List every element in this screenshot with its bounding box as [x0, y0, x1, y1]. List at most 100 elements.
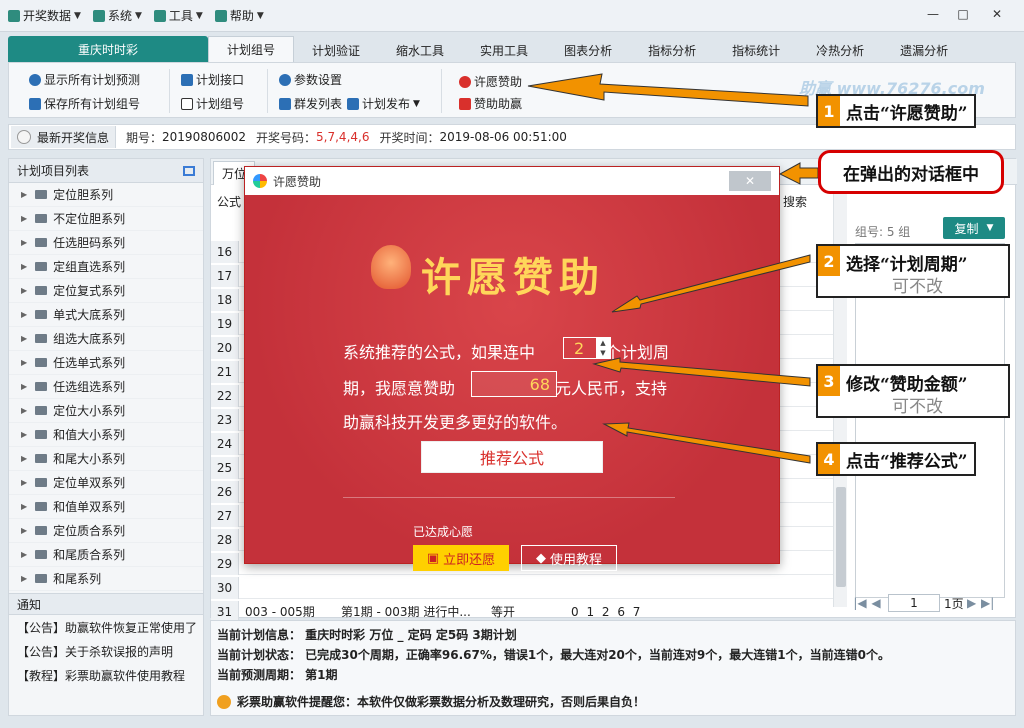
- sidebar-item[interactable]: ▶ 定位质合系列: [9, 519, 203, 543]
- sidebar-item[interactable]: ▶ 任选胆码系列: [9, 231, 203, 255]
- sponsor-text-line1: 系统推荐的公式，如果连中 个计划周: [343, 339, 669, 363]
- help-icon: [214, 9, 227, 22]
- plan-publish-label: 计划发布: [362, 97, 411, 111]
- tutorial-button[interactable]: ◆ 使用教程: [521, 545, 617, 571]
- tab-util-tool[interactable]: 实用工具: [462, 38, 546, 62]
- numbers-label: 开奖号码：: [256, 130, 317, 145]
- folder-icon: [35, 238, 48, 247]
- window-icon[interactable]: [183, 165, 195, 176]
- spin-down-icon[interactable]: ▼: [600, 349, 605, 357]
- notice-item[interactable]: 【教程】彩票助赢软件使用教程: [9, 663, 203, 687]
- expand-icon[interactable]: ▶: [21, 262, 27, 271]
- row-number: 19: [211, 312, 239, 335]
- spinner-arrows[interactable]: ▲ ▼: [596, 338, 610, 358]
- sidebar-item[interactable]: ▶ 不定位胆系列: [9, 207, 203, 231]
- plan-api-button[interactable]: 计划接口: [181, 71, 244, 88]
- caret-down-icon: ▼: [134, 10, 142, 21]
- dialog-close-button[interactable]: ✕: [729, 171, 771, 191]
- plan-publish-button[interactable]: 计划发布 ▼: [347, 95, 420, 112]
- line1-a: 系统推荐的公式，如果连中: [343, 343, 536, 362]
- tab-hot-cold[interactable]: 冷热分析: [798, 38, 882, 62]
- page-input[interactable]: 1: [888, 594, 940, 612]
- expand-icon[interactable]: ▶: [21, 430, 27, 439]
- mass-list-button[interactable]: 群发列表: [279, 95, 342, 112]
- time-label: 开奖时间：: [379, 130, 440, 145]
- plan-group-button[interactable]: 计划组号: [181, 95, 244, 112]
- scroll-thumb[interactable]: [836, 487, 846, 587]
- close-window-icon[interactable]: ✕: [984, 4, 1010, 24]
- expand-icon[interactable]: ▶: [21, 526, 27, 535]
- expand-icon[interactable]: ▶: [21, 190, 27, 199]
- show-all-button[interactable]: 显示所有计划预测: [29, 71, 140, 88]
- sidebar-item[interactable]: ▶ 定位单双系列: [9, 471, 203, 495]
- expand-icon[interactable]: ▶: [21, 406, 27, 415]
- expand-icon[interactable]: ▶: [21, 358, 27, 367]
- copy-label: 复制: [954, 221, 979, 236]
- sidebar-item[interactable]: ▶ 组选大底系列: [9, 327, 203, 351]
- maximize-icon[interactable]: □: [950, 4, 976, 24]
- sidebar-item[interactable]: ▶ 单式大底系列: [9, 303, 203, 327]
- expand-icon[interactable]: ▶: [21, 238, 27, 247]
- sidebar-item[interactable]: ▶ 任选单式系列: [9, 351, 203, 375]
- sidebar-item[interactable]: ▶ 任选组选系列: [9, 375, 203, 399]
- wish-sponsor-button[interactable]: 许愿赞助: [459, 73, 522, 90]
- sidebar-item[interactable]: ▶ 和值单双系列: [9, 495, 203, 519]
- menu-help[interactable]: 帮助 ▼: [214, 7, 264, 24]
- params-button[interactable]: 参数设置: [279, 71, 342, 88]
- last-page-icon[interactable]: ▶|: [980, 595, 996, 611]
- sidebar-item[interactable]: ▶ 定组直选系列: [9, 255, 203, 279]
- tab-plan-verify[interactable]: 计划验证: [294, 38, 378, 62]
- amount-input[interactable]: 68: [471, 371, 557, 397]
- expand-icon[interactable]: ▶: [21, 310, 27, 319]
- sidebar-title: 计划项目列表: [17, 164, 90, 178]
- copy-button[interactable]: 复制 ▼: [943, 217, 1005, 239]
- save-all-button[interactable]: 保存所有计划组号: [29, 95, 140, 112]
- sidebar-item[interactable]: ▶ 和尾质合系列: [9, 543, 203, 567]
- tab-plan-group[interactable]: 计划组号: [208, 36, 295, 62]
- notice-item[interactable]: 【公告】关于杀软误报的声明: [9, 639, 203, 663]
- row-number: 24: [211, 432, 239, 455]
- money-bag-icon: [459, 75, 471, 88]
- minimize-icon[interactable]: —: [920, 4, 946, 24]
- sidebar-item[interactable]: ▶ 定位大小系列: [9, 399, 203, 423]
- tab-indicator-stats[interactable]: 指标统计: [714, 38, 798, 62]
- tab-indicator-analysis[interactable]: 指标分析: [630, 38, 714, 62]
- prev-page-icon[interactable]: ◀: [868, 595, 884, 611]
- plan-api-label: 计划接口: [196, 73, 245, 87]
- sidebar-item[interactable]: ▶ 和值大小系列: [9, 423, 203, 447]
- next-page-icon[interactable]: ▶: [964, 595, 980, 611]
- menu-lottery-data[interactable]: 开奖数据 ▼: [8, 7, 81, 24]
- menu-system[interactable]: 系统 ▼: [92, 7, 142, 24]
- table-row[interactable]: 30: [211, 576, 841, 599]
- expand-icon[interactable]: ▶: [21, 550, 27, 559]
- expand-icon[interactable]: ▶: [21, 214, 27, 223]
- sidebar-item[interactable]: ▶ 定位复式系列: [9, 279, 203, 303]
- dialog-divider: [343, 497, 675, 498]
- tab-omission[interactable]: 遗漏分析: [882, 38, 966, 62]
- notice-item[interactable]: 【公告】助赢软件恢复正常使用了: [9, 615, 203, 639]
- spin-up-icon[interactable]: ▲: [600, 339, 605, 347]
- folder-icon: [35, 406, 48, 415]
- sidebar-item[interactable]: ▶ 和尾系列: [9, 567, 203, 591]
- expand-icon[interactable]: ▶: [21, 382, 27, 391]
- expand-icon[interactable]: ▶: [21, 478, 27, 487]
- game-selector[interactable]: 重庆时时彩: [8, 36, 208, 62]
- tab-chart-analysis[interactable]: 图表分析: [546, 38, 630, 62]
- sidebar-item[interactable]: ▶ 定位胆系列: [9, 183, 203, 207]
- repay-wish-button[interactable]: ▣ 立即还愿: [413, 545, 509, 571]
- expand-icon[interactable]: ▶: [21, 502, 27, 511]
- expand-icon[interactable]: ▶: [21, 334, 27, 343]
- cycle-spinner[interactable]: 2 ▲ ▼: [563, 337, 611, 359]
- checkbox-icon: [181, 97, 193, 110]
- expand-icon[interactable]: ▶: [21, 454, 27, 463]
- search-button[interactable]: 搜索: [783, 193, 807, 210]
- expand-icon[interactable]: ▶: [21, 574, 27, 583]
- sidebar-item[interactable]: ▶ 和尾大小系列: [9, 447, 203, 471]
- sponsor-button[interactable]: 赞助助赢: [459, 95, 522, 112]
- latest-draw-toggle[interactable]: 最新开奖信息: [11, 126, 117, 148]
- recommend-formula-button[interactable]: 推荐公式: [421, 441, 603, 473]
- menu-tools[interactable]: 工具 ▼: [153, 7, 203, 24]
- expand-icon[interactable]: ▶: [21, 286, 27, 295]
- tab-shrink-tool[interactable]: 缩水工具: [378, 38, 462, 62]
- first-page-icon[interactable]: |◀: [852, 595, 868, 611]
